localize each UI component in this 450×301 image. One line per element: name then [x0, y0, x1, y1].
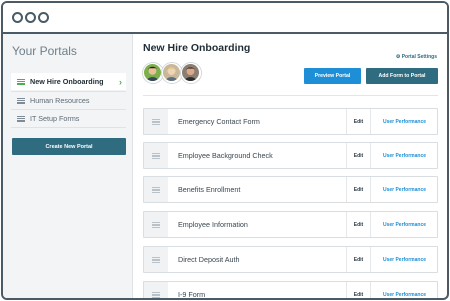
user-performance-link[interactable]: User Performance — [370, 247, 438, 272]
form-row: Emergency Contact Form Edit User Perform… — [143, 108, 438, 135]
drag-handle[interactable] — [144, 177, 168, 202]
sidebar-item-label: New Hire Onboarding — [30, 77, 104, 86]
main-content: New Hire Onboarding ⚙ Portal Settings Pr — [134, 34, 447, 299]
drag-handle[interactable] — [144, 109, 168, 134]
menu-icon — [17, 97, 25, 104]
form-name: Direct Deposit Auth — [178, 255, 240, 264]
user-performance-link[interactable]: User Performance — [370, 212, 438, 237]
form-name: Benefits Enrollment — [178, 185, 241, 194]
drag-handle[interactable] — [144, 143, 168, 168]
edit-button[interactable]: Edit — [346, 212, 370, 237]
create-new-portal-button[interactable]: Create New Portal — [12, 138, 126, 155]
sidebar-item-it-setup-forms[interactable]: IT Setup Forms — [11, 110, 126, 127]
form-name: Employee Background Check — [178, 151, 273, 160]
gear-icon: ⚙ — [395, 54, 401, 60]
user-performance-link[interactable]: User Performance — [370, 177, 438, 202]
sidebar-title: Your Portals — [12, 44, 77, 58]
form-name: Emergency Contact Form — [178, 117, 260, 126]
edit-button[interactable]: Edit — [346, 177, 370, 202]
sidebar-item-label: IT Setup Forms — [30, 114, 80, 123]
form-name: I-9 Form — [178, 290, 206, 299]
drag-handle[interactable] — [144, 212, 168, 237]
drag-handle[interactable] — [144, 247, 168, 272]
avatar — [181, 63, 201, 83]
portal-settings-link[interactable]: ⚙ Portal Settings — [396, 54, 437, 60]
user-performance-link[interactable]: User Performance — [370, 109, 438, 134]
form-row: Direct Deposit Auth Edit User Performanc… — [143, 246, 438, 273]
app-window: Your Portals New Hire Onboarding › Human… — [1, 1, 449, 300]
menu-icon — [17, 78, 25, 85]
avatar — [143, 63, 163, 83]
divider — [143, 95, 438, 96]
drag-handle[interactable] — [144, 282, 168, 298]
edit-button[interactable]: Edit — [346, 282, 370, 298]
sidebar-item-human-resources[interactable]: Human Resources — [11, 92, 126, 109]
maximize-dot[interactable] — [38, 12, 49, 23]
close-dot[interactable] — [12, 12, 23, 23]
add-form-to-portal-button[interactable]: Add Form to Portal — [366, 68, 438, 84]
form-row: Benefits Enrollment Edit User Performanc… — [143, 176, 438, 203]
preview-portal-button[interactable]: Preview Portal — [304, 68, 361, 84]
form-row: Employee Background Check Edit User Perf… — [143, 142, 438, 169]
form-name: Employee Information — [178, 220, 248, 229]
form-row: Employee Information Edit User Performan… — [143, 211, 438, 238]
sidebar: Your Portals New Hire Onboarding › Human… — [3, 34, 133, 298]
minimize-dot[interactable] — [25, 12, 36, 23]
portal-settings-label: Portal Settings — [401, 54, 437, 60]
user-performance-link[interactable]: User Performance — [370, 282, 438, 298]
menu-icon — [17, 115, 25, 122]
sidebar-item-new-hire-onboarding[interactable]: New Hire Onboarding › — [11, 73, 126, 90]
avatar — [162, 63, 182, 83]
user-performance-link[interactable]: User Performance — [370, 143, 438, 168]
edit-button[interactable]: Edit — [346, 247, 370, 272]
edit-button[interactable]: Edit — [346, 109, 370, 134]
page-title: New Hire Onboarding — [143, 42, 251, 54]
edit-button[interactable]: Edit — [346, 143, 370, 168]
chevron-right-icon: › — [119, 76, 122, 87]
divider — [11, 127, 126, 128]
form-row: I-9 Form Edit User Performance — [143, 281, 438, 299]
sidebar-item-label: Human Resources — [30, 96, 90, 105]
title-bar — [3, 3, 447, 34]
